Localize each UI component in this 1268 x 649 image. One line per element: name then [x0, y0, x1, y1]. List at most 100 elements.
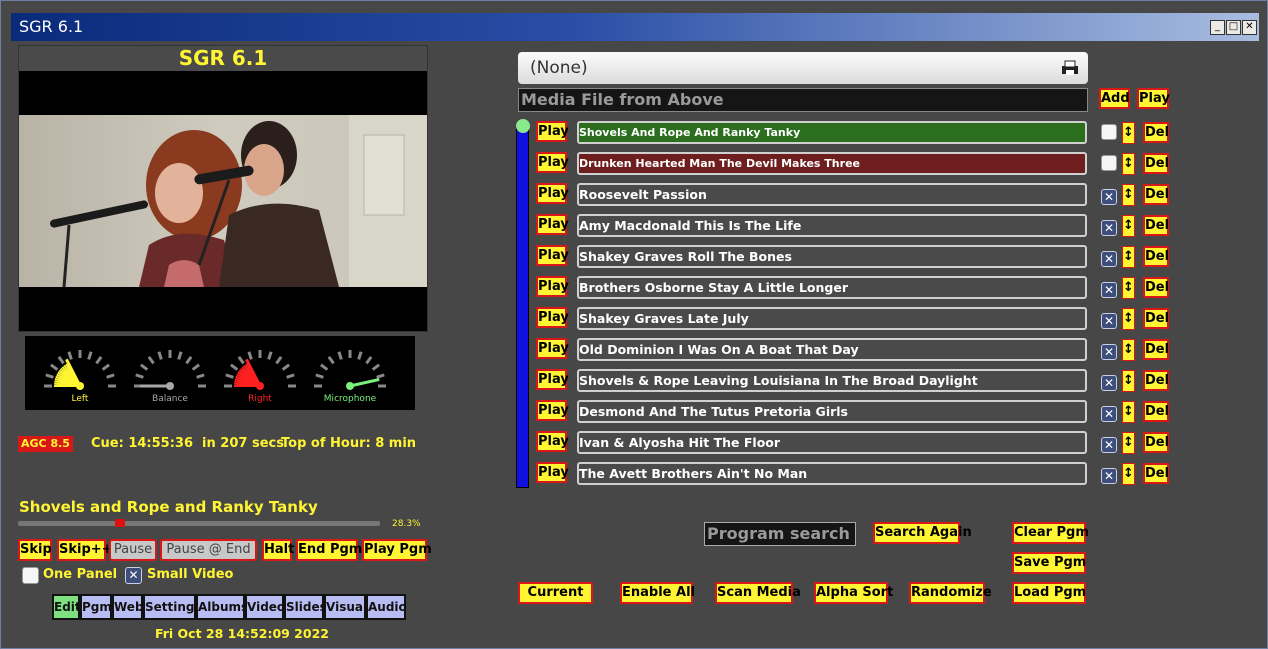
row-del-button[interactable]: Del [1143, 463, 1169, 484]
row-enable-checkbox[interactable]: ✕ [1101, 251, 1117, 267]
pause-at-end-button[interactable]: Pause @ End [160, 539, 257, 561]
row-play-button[interactable]: Play [536, 152, 569, 173]
progress-thumb[interactable] [115, 519, 126, 527]
row-play-button[interactable]: Play [536, 431, 569, 452]
row-play-button[interactable]: Play [536, 462, 569, 483]
row-move-handle-icon[interactable]: ↕ [1122, 339, 1135, 361]
play-pgm-button[interactable]: Play Pgm [362, 539, 432, 561]
progress-percent: 28.3% [392, 519, 421, 529]
alpha-sort-button[interactable]: Alpha Sort [814, 582, 893, 604]
load-pgm-button[interactable]: Load Pgm [1012, 582, 1086, 604]
row-enable-checkbox[interactable] [1101, 124, 1117, 140]
row-play-button[interactable]: Play [536, 183, 569, 204]
halt-button[interactable]: Halt [262, 539, 294, 561]
track-title[interactable]: Ivan & Alyosha Hit The Floor [577, 431, 1087, 454]
enable-all-button[interactable]: Enable All [620, 582, 695, 604]
row-move-handle-icon[interactable]: ↕ [1122, 122, 1135, 144]
row-del-button[interactable]: Del [1143, 370, 1169, 391]
media-dropdown[interactable]: (None) [518, 52, 1088, 84]
track-title[interactable]: Brothers Osborne Stay A Little Longer [577, 276, 1087, 299]
tab-edit[interactable]: Edit [52, 594, 81, 620]
track-title[interactable]: Shakey Graves Roll The Bones [577, 245, 1087, 268]
tab-visual[interactable]: Visual [324, 594, 367, 620]
row-del-button[interactable]: Del [1143, 246, 1169, 267]
row-del-button[interactable]: Del [1143, 432, 1169, 453]
skip-plus-button[interactable]: Skip++ [57, 539, 113, 561]
row-enable-checkbox[interactable]: ✕ [1101, 313, 1117, 329]
track-title[interactable]: Shovels And Rope And Ranky Tanky [577, 121, 1087, 144]
minimize-button[interactable]: _ [1210, 20, 1225, 35]
row-enable-checkbox[interactable]: ✕ [1101, 406, 1117, 422]
save-pgm-button[interactable]: Save Pgm [1012, 552, 1086, 574]
row-enable-checkbox[interactable]: ✕ [1101, 220, 1117, 236]
row-move-handle-icon[interactable]: ↕ [1122, 370, 1135, 392]
row-play-button[interactable]: Play [536, 369, 569, 390]
tab-web[interactable]: Web [112, 594, 144, 620]
tab-albums[interactable]: Albums [196, 594, 248, 620]
track-title[interactable]: Amy Macdonald This Is The Life [577, 214, 1087, 237]
track-title[interactable]: Old Dominion I Was On A Boat That Day [577, 338, 1087, 361]
clear-pgm-button[interactable]: Clear Pgm [1012, 522, 1089, 544]
one-panel-checkbox[interactable] [22, 567, 39, 584]
row-enable-checkbox[interactable]: ✕ [1101, 375, 1117, 391]
tab-pgm[interactable]: Pgm [80, 594, 112, 620]
row-move-handle-icon[interactable]: ↕ [1122, 432, 1135, 454]
scroll-thumb[interactable] [516, 119, 530, 133]
tab-settings[interactable]: Settings [143, 594, 202, 620]
maximize-button[interactable]: □ [1226, 20, 1241, 35]
tab-audio[interactable]: Audio [366, 594, 407, 620]
small-video-checkbox[interactable]: ✕ [125, 567, 142, 584]
row-move-handle-icon[interactable]: ↕ [1122, 215, 1135, 237]
track-title[interactable]: Shovels & Rope Leaving Louisiana In The … [577, 369, 1087, 392]
track-title[interactable]: Desmond And The Tutus Pretoria Girls [577, 400, 1087, 423]
add-button[interactable]: Add [1099, 88, 1130, 109]
program-search-field[interactable]: Program search [704, 522, 856, 546]
row-play-button[interactable]: Play [536, 307, 569, 328]
row-enable-checkbox[interactable]: ✕ [1101, 437, 1117, 453]
search-again-button[interactable]: Search Again [873, 522, 972, 544]
row-enable-checkbox[interactable] [1101, 155, 1117, 171]
row-del-button[interactable]: Del [1143, 153, 1169, 174]
progress-bar[interactable] [18, 519, 380, 527]
row-move-handle-icon[interactable]: ↕ [1122, 184, 1135, 206]
row-del-button[interactable]: Del [1143, 215, 1169, 236]
row-play-button[interactable]: Play [536, 214, 569, 235]
track-title[interactable]: Drunken Hearted Man The Devil Makes Thre… [577, 152, 1087, 175]
row-move-handle-icon[interactable]: ↕ [1122, 308, 1135, 330]
track-title[interactable]: The Avett Brothers Ain't No Man [577, 462, 1087, 485]
row-play-button[interactable]: Play [536, 338, 569, 359]
row-move-handle-icon[interactable]: ↕ [1122, 153, 1135, 175]
row-del-button[interactable]: Del [1143, 308, 1169, 329]
randomize-button[interactable]: Randomize [909, 582, 992, 604]
row-play-button[interactable]: Play [536, 121, 569, 142]
scan-media-button[interactable]: Scan Media [715, 582, 801, 604]
row-del-button[interactable]: Del [1143, 339, 1169, 360]
current-button[interactable]: Current [518, 582, 593, 604]
row-enable-checkbox[interactable]: ✕ [1101, 282, 1117, 298]
row-enable-checkbox[interactable]: ✕ [1101, 468, 1117, 484]
row-del-button[interactable]: Del [1143, 122, 1169, 143]
row-move-handle-icon[interactable]: ↕ [1122, 246, 1135, 268]
skip-button[interactable]: Skip [18, 539, 52, 561]
row-move-handle-icon[interactable]: ↕ [1122, 277, 1135, 299]
pause-button[interactable]: Pause [109, 539, 157, 561]
row-del-button[interactable]: Del [1143, 277, 1169, 298]
row-move-handle-icon[interactable]: ↕ [1122, 463, 1135, 485]
row-del-button[interactable]: Del [1143, 184, 1169, 205]
row-play-button[interactable]: Play [536, 400, 569, 421]
track-title[interactable]: Shakey Graves Late July [577, 307, 1087, 330]
row-del-button[interactable]: Del [1143, 401, 1169, 422]
playlist-scrollbar[interactable] [516, 126, 529, 488]
tab-video[interactable]: Video [245, 594, 285, 620]
end-pgm-button[interactable]: End Pgm [296, 539, 362, 561]
row-play-button[interactable]: Play [536, 276, 569, 297]
media-file-field[interactable]: Media File from Above [518, 88, 1088, 112]
row-enable-checkbox[interactable]: ✕ [1101, 344, 1117, 360]
media-play-button[interactable]: Play [1137, 88, 1170, 109]
tab-slides[interactable]: Slides [284, 594, 327, 620]
row-move-handle-icon[interactable]: ↕ [1122, 401, 1135, 423]
row-enable-checkbox[interactable]: ✕ [1101, 189, 1117, 205]
row-play-button[interactable]: Play [536, 245, 569, 266]
close-button[interactable]: ✕ [1242, 20, 1257, 35]
track-title[interactable]: Roosevelt Passion [577, 183, 1087, 206]
